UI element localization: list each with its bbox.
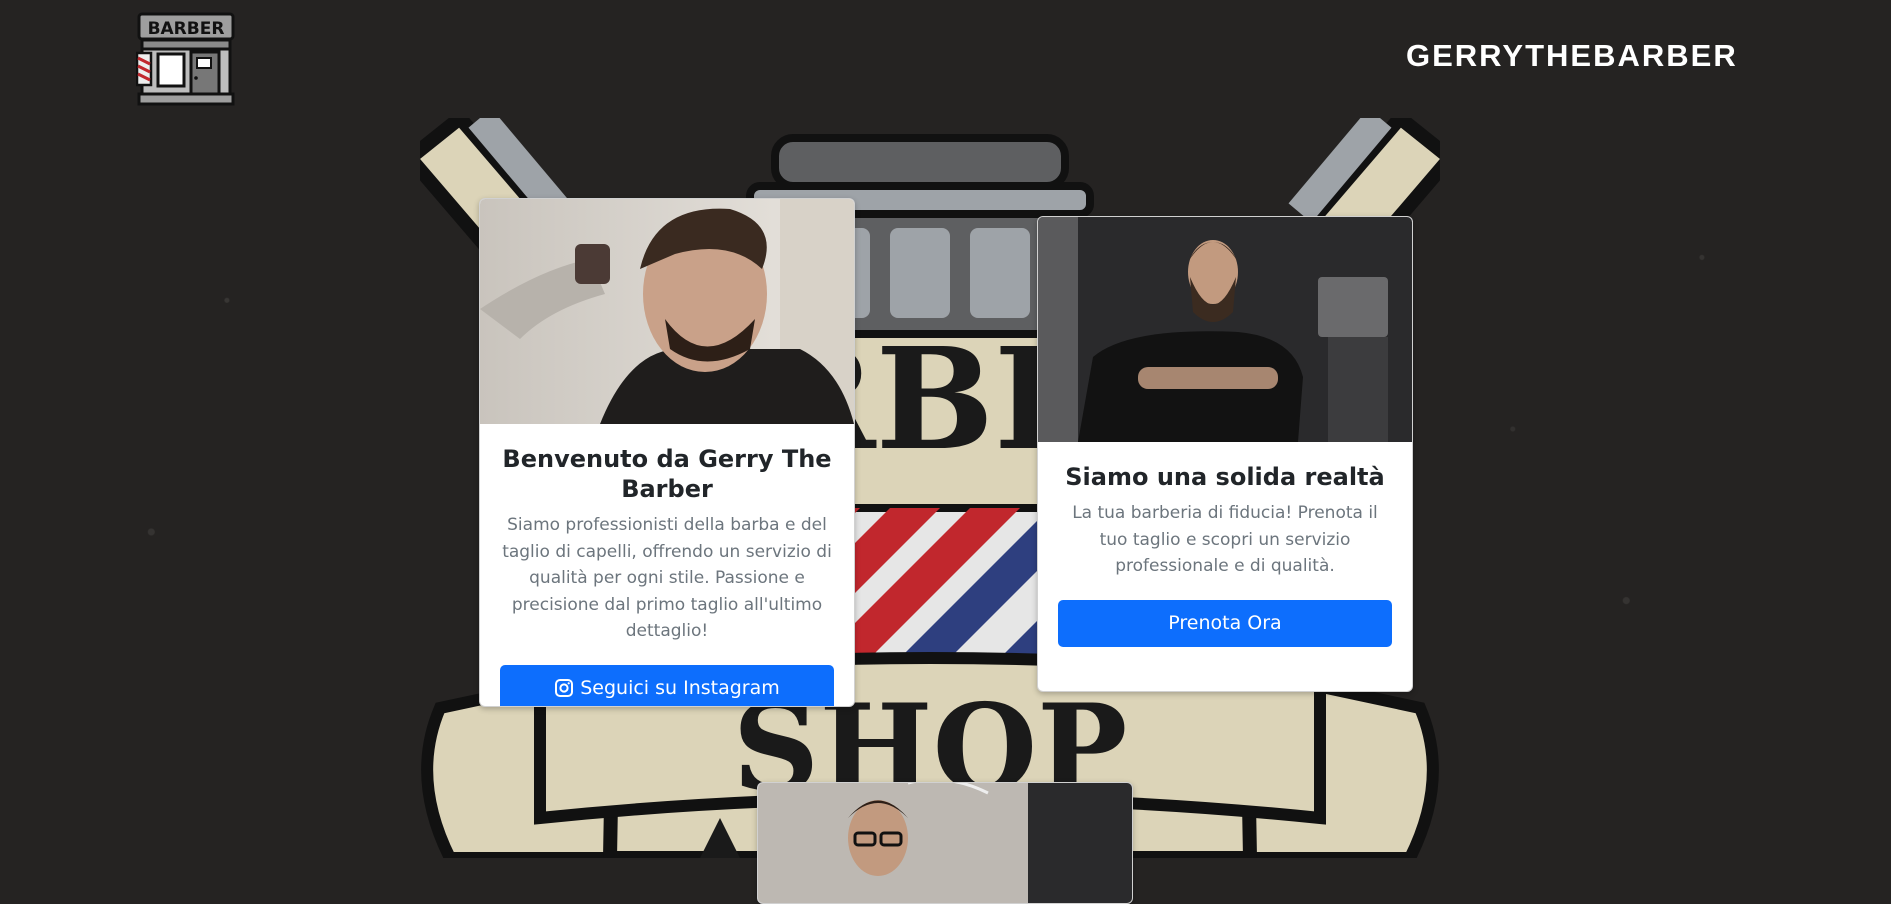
brand-title[interactable]: GERRYTHEBARBER xyxy=(1406,38,1738,74)
welcome-card-text: Siamo professionisti della barba e del t… xyxy=(502,515,832,641)
book-now-button[interactable]: Prenota Ora xyxy=(1058,599,1392,647)
instagram-icon xyxy=(555,679,574,697)
bearded-client-photo xyxy=(1038,217,1412,442)
about-card-title: Siamo una solida realtà xyxy=(1065,463,1385,491)
barber-shop-logo-icon[interactable]: BARBER xyxy=(136,10,236,108)
about-card-body: Siamo una solida realtà La tua barberia … xyxy=(1038,442,1412,667)
welcome-card-body: Benvenuto da Gerry The Barber Siamo prof… xyxy=(480,424,854,706)
logo-text: BARBER xyxy=(148,19,225,39)
instagram-button[interactable]: Seguici su Instagram xyxy=(500,664,834,706)
about-card-text: La tua barberia di fiducia! Prenota il t… xyxy=(1072,503,1378,576)
welcome-card: Benvenuto da Gerry The Barber Siamo prof… xyxy=(479,198,855,707)
welcome-card-title: Benvenuto da Gerry The Barber xyxy=(502,445,832,503)
instagram-button-label: Seguici su Instagram xyxy=(580,677,780,699)
book-now-button-label: Prenota Ora xyxy=(1168,612,1282,634)
about-card: Siamo una solida realtà La tua barberia … xyxy=(1037,216,1413,692)
barber-cutting-hair-photo xyxy=(480,199,854,424)
third-card xyxy=(757,782,1133,904)
barber-with-glasses-photo xyxy=(758,783,1132,903)
